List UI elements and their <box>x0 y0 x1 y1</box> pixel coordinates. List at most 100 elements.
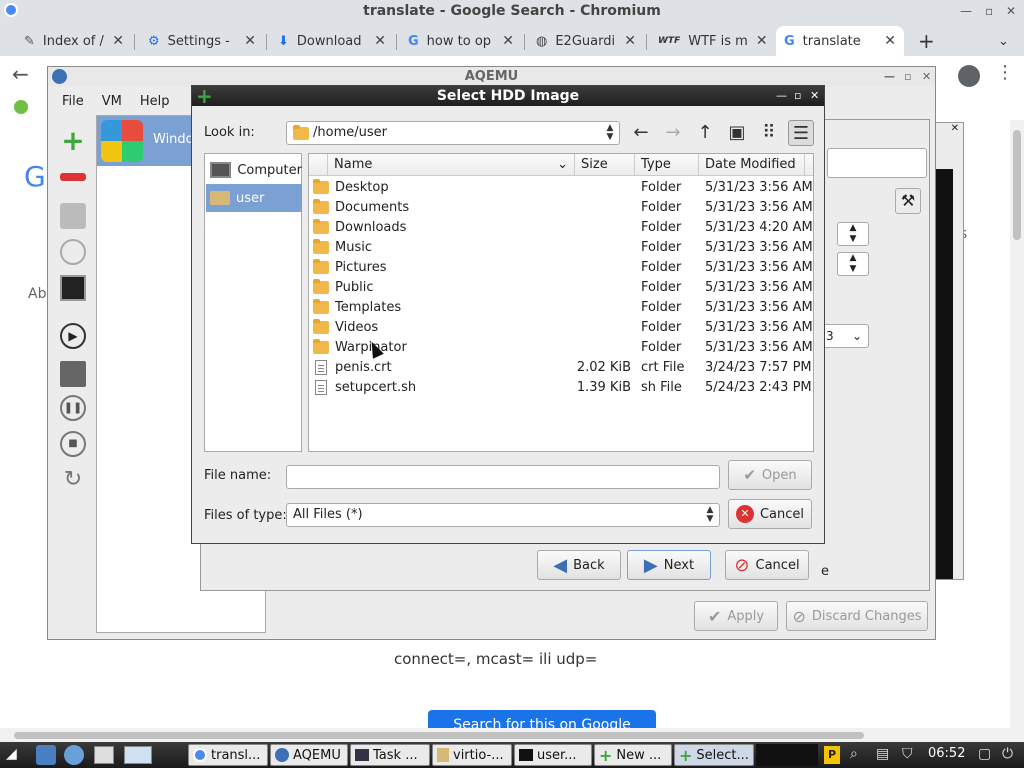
wizard-combo[interactable]: ▲ ▼ <box>837 252 869 276</box>
up-arrow-icon[interactable]: ↑ <box>692 120 718 146</box>
play-icon[interactable]: ▶ <box>60 323 86 349</box>
file-row[interactable]: Music Folder 5/31/23 3:56 AM <box>309 238 813 258</box>
close-icon[interactable]: ✕ <box>884 33 896 49</box>
taskbar-item-virtio[interactable]: virtio-... <box>432 744 512 766</box>
tab-index[interactable]: ✎ Index of / ✕ <box>16 26 132 56</box>
new-folder-icon[interactable]: ▣ <box>724 120 750 146</box>
taskbar-item-aqemu[interactable]: AQEMU <box>270 744 348 766</box>
maximize-icon[interactable]: ▫ <box>904 67 911 87</box>
minimize-icon[interactable]: — <box>776 86 787 106</box>
tab-wtf[interactable]: WTF WTF is m ✕ <box>650 26 774 56</box>
pause-icon[interactable]: ❚❚ <box>60 395 86 421</box>
maximize-icon[interactable]: ▫ <box>985 0 993 22</box>
remove-vm-icon[interactable] <box>60 173 86 181</box>
desktop-icon[interactable] <box>124 746 152 764</box>
browser-launcher-icon[interactable] <box>64 745 84 765</box>
place-user[interactable]: user <box>206 184 302 212</box>
taskbar-item-new[interactable]: + New ... <box>594 744 672 766</box>
open-button[interactable]: ✔ Open <box>728 460 812 490</box>
stop-icon[interactable]: ■ <box>60 431 86 457</box>
bookmark-icon[interactable] <box>14 100 28 114</box>
file-row[interactable]: Desktop Folder 5/31/23 3:56 AM <box>309 178 813 198</box>
close-icon[interactable]: ✕ <box>374 33 386 49</box>
back-arrow-icon[interactable]: ← <box>628 120 654 146</box>
dialog-cancel-button[interactable]: ✕ Cancel <box>728 499 812 529</box>
tab-settings[interactable]: ⚙ Settings - ✕ <box>140 26 264 56</box>
hdd-icon[interactable] <box>60 203 86 229</box>
chevron-down-icon[interactable]: ⌄ <box>990 26 1016 56</box>
avatar[interactable] <box>958 65 980 87</box>
workspace-switcher[interactable] <box>756 744 818 766</box>
file-row[interactable]: setupcert.sh 1.39 KiB sh File 5/24/23 2:43 … <box>309 378 813 398</box>
close-icon[interactable]: ✕ <box>624 33 636 49</box>
discard-changes-button[interactable]: ⊘ Discard Changes <box>786 601 928 631</box>
close-icon[interactable]: ✕ <box>244 33 256 49</box>
new-tab-button[interactable]: + <box>910 26 940 56</box>
close-icon[interactable]: ✕ <box>502 33 514 49</box>
column-type[interactable]: Type <box>635 154 699 176</box>
menu-file[interactable]: File <box>62 91 84 113</box>
close-icon[interactable]: ✕ <box>112 33 124 49</box>
add-vm-icon[interactable]: + <box>60 127 86 155</box>
tab-download[interactable]: ⬇ Download ✕ <box>270 26 394 56</box>
close-icon[interactable]: ✕ <box>1006 0 1016 22</box>
menu-vm[interactable]: VM <box>102 91 122 113</box>
tab-how-to[interactable]: G how to op ✕ <box>400 26 522 56</box>
back-arrow-icon[interactable]: ← <box>12 62 29 86</box>
tools-icon[interactable]: ⚒ <box>895 188 921 214</box>
files-launcher-icon[interactable] <box>94 746 114 764</box>
file-row[interactable]: Downloads Folder 5/31/23 4:20 AM <box>309 218 813 238</box>
horizontal-scrollbar[interactable] <box>0 728 1024 742</box>
file-row[interactable]: Templates Folder 5/31/23 3:56 AM <box>309 298 813 318</box>
taskbar-item-select[interactable]: + Select... <box>674 744 754 766</box>
power-icon[interactable]: ⏻ <box>1002 746 1013 762</box>
file-name-input[interactable] <box>286 465 720 489</box>
notification-icon[interactable]: ▢ <box>978 746 991 762</box>
file-row[interactable]: Pictures Folder 5/31/23 3:56 AM <box>309 258 813 278</box>
column-name[interactable]: Name ⌄ <box>327 154 575 176</box>
place-computer[interactable]: Computer <box>206 156 302 184</box>
apply-button[interactable]: ✔ Apply <box>694 601 778 631</box>
close-icon[interactable]: ✕ <box>922 67 931 87</box>
search-google-button[interactable]: Search for this on Google <box>428 710 656 730</box>
close-icon[interactable]: ✕ <box>935 123 963 139</box>
file-row[interactable]: Videos Folder 5/31/23 3:56 AM <box>309 318 813 338</box>
clock-icon[interactable] <box>60 239 86 265</box>
close-icon[interactable]: ✕ <box>810 86 819 106</box>
terminal-icon[interactable] <box>60 275 86 301</box>
p-tray-icon[interactable]: P <box>824 746 840 764</box>
maximize-icon[interactable]: ▫ <box>794 86 801 106</box>
files-of-type-combo[interactable]: All Files (*) ▲ ▼ <box>286 503 720 527</box>
wizard-combo[interactable]: 3 ⌄ <box>821 324 869 348</box>
menu-help[interactable]: Help <box>140 91 170 113</box>
look-in-combo[interactable]: /home/user ▲ ▼ <box>286 121 620 145</box>
menu-icon[interactable]: ⋮ <box>996 62 1014 83</box>
file-list[interactable]: Name ⌄ Size Type Date Modified Desktop Fo… <box>308 153 814 452</box>
column-date-modified[interactable]: Date Modified <box>699 154 805 176</box>
reset-icon[interactable]: ↻ <box>60 467 86 493</box>
clipboard-icon[interactable]: ▤ <box>876 746 889 762</box>
minimize-icon[interactable]: — <box>960 0 972 22</box>
taskbar-item-chromium[interactable]: transl... <box>188 744 268 766</box>
back-button[interactable]: ◀ Back <box>537 550 621 580</box>
wizard-cancel-button[interactable]: ⊘ Cancel <box>725 550 809 580</box>
shield-icon[interactable]: ⛉ <box>902 746 913 762</box>
start-menu-icon[interactable]: ◢ <box>6 746 17 762</box>
file-row[interactable]: Warpinator Folder 5/31/23 3:56 AM <box>309 338 813 358</box>
vertical-scrollbar[interactable] <box>1010 120 1024 728</box>
taskbar-item-terminal[interactable]: user... <box>514 744 592 766</box>
file-row[interactable]: Public Folder 5/31/23 3:56 AM <box>309 278 813 298</box>
file-row[interactable]: penis.crt 2.02 KiB crt File 3/24/23 7:57 PM <box>309 358 813 378</box>
save-icon[interactable] <box>60 361 86 387</box>
file-row[interactable]: Documents Folder 5/31/23 3:56 AM <box>309 198 813 218</box>
icon-view-icon[interactable]: ⠿ <box>756 120 782 146</box>
minimize-icon[interactable]: — <box>884 67 895 87</box>
taskbar-item-task-manager[interactable]: Task ... <box>350 744 430 766</box>
column-size[interactable]: Size <box>575 154 635 176</box>
network-icon[interactable] <box>36 745 56 765</box>
wizard-field[interactable] <box>827 148 927 178</box>
tab-translate[interactable]: G translate ✕ <box>776 26 904 56</box>
close-icon[interactable]: ✕ <box>756 33 768 49</box>
search-icon[interactable]: ⌕ <box>850 746 858 762</box>
tab-e2guardian[interactable]: ◍ E2Guardi ✕ <box>528 26 644 56</box>
